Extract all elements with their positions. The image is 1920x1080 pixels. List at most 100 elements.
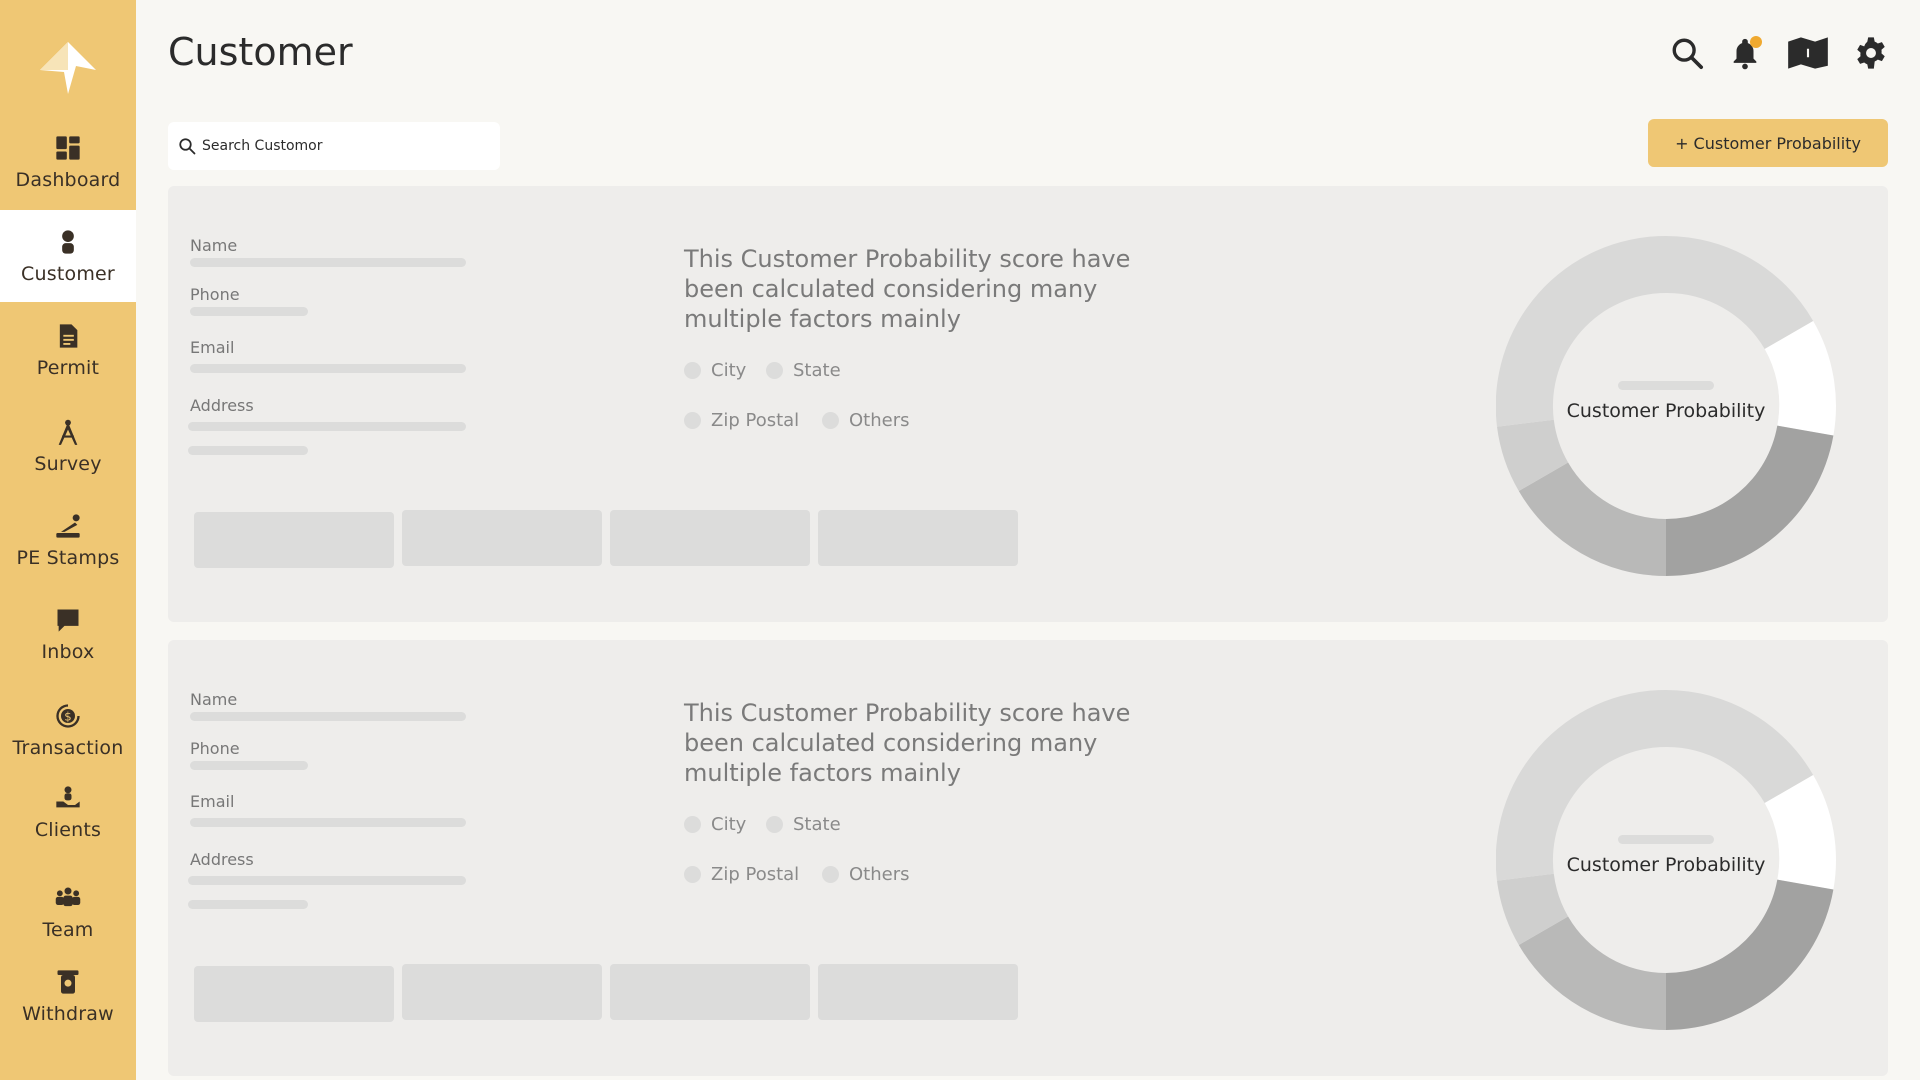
- svg-text:$: $: [64, 710, 71, 724]
- sidebar-item-transaction[interactable]: $ Transaction: [0, 684, 136, 776]
- legend-dot: [822, 412, 839, 429]
- phone-label: Phone: [190, 285, 240, 304]
- probability-donut-chart: [1496, 236, 1836, 576]
- factor-state: State: [766, 814, 841, 835]
- customer-card: Name Phone Email Address This Customer P…: [168, 186, 1888, 622]
- factor-label: Zip Postal: [711, 864, 800, 885]
- chat-icon: [53, 605, 83, 635]
- factor-label: Others: [849, 864, 910, 885]
- sidebar-item-customer[interactable]: Customer: [0, 210, 136, 302]
- action-button-placeholder[interactable]: [610, 964, 810, 1020]
- address-placeholder: [188, 422, 466, 431]
- sidebar-item-label: Transaction: [12, 737, 124, 759]
- name-label: Name: [190, 690, 238, 709]
- factor-city: City: [684, 360, 746, 381]
- customer-card: Name Phone Email Address This Customer P…: [168, 640, 1888, 1076]
- bell-icon[interactable]: [1726, 34, 1764, 72]
- sidebar-item-label: PE Stamps: [16, 547, 120, 569]
- compass-icon: [53, 417, 83, 447]
- factor-others: Others: [822, 864, 910, 885]
- factor-city: City: [684, 814, 746, 835]
- sidebar-item-permit[interactable]: Permit: [0, 304, 136, 396]
- address-placeholder-2: [188, 446, 308, 455]
- probability-donut-chart: [1496, 690, 1836, 1030]
- add-customer-probability-button[interactable]: + Customer Probability: [1648, 119, 1888, 167]
- team-icon: [53, 883, 83, 913]
- action-button-placeholder[interactable]: [818, 510, 1018, 566]
- email-label: Email: [190, 792, 235, 811]
- legend-dot: [684, 866, 701, 883]
- stamp-icon: [53, 511, 83, 541]
- withdraw-icon: [53, 967, 83, 997]
- factor-label: State: [793, 360, 841, 381]
- factor-label: City: [711, 814, 747, 835]
- search-icon[interactable]: [1668, 34, 1706, 72]
- sidebar-item-label: Customer: [21, 263, 115, 285]
- address-label: Address: [190, 396, 254, 415]
- email-placeholder: [190, 364, 466, 373]
- sidebar-item-dashboard[interactable]: Dashboard: [0, 116, 136, 208]
- email-label: Email: [190, 338, 235, 357]
- action-button-placeholder[interactable]: [402, 964, 602, 1020]
- client-hand-icon: [53, 783, 83, 813]
- sidebar-item-label: Withdraw: [22, 1003, 114, 1025]
- header-actions: [1668, 34, 1890, 72]
- sidebar-item-label: Survey: [34, 453, 102, 475]
- legend-dot: [684, 412, 701, 429]
- legend-dot: [766, 816, 783, 833]
- action-button-placeholder[interactable]: [194, 966, 394, 1022]
- probability-description: This Customer Probability score have bee…: [684, 245, 1131, 333]
- factor-label: Others: [849, 410, 910, 431]
- sidebar-item-label: Clients: [34, 819, 102, 841]
- factor-zip-postal: Zip Postal: [684, 410, 799, 431]
- phone-label: Phone: [190, 739, 240, 758]
- address-label: Address: [190, 850, 254, 869]
- sidebar-item-label: Team: [42, 919, 94, 941]
- document-icon: [53, 321, 83, 351]
- sidebar-item-clients[interactable]: Clients: [0, 766, 136, 858]
- dashboard-icon: [53, 133, 83, 163]
- search-input[interactable]: [202, 138, 482, 154]
- factor-state: State: [766, 360, 841, 381]
- factor-zip-postal: Zip Postal: [684, 864, 799, 885]
- legend-dot: [822, 866, 839, 883]
- action-button-placeholder[interactable]: [610, 510, 810, 566]
- probability-description: This Customer Probability score have bee…: [684, 699, 1131, 787]
- action-button-placeholder[interactable]: [402, 510, 602, 566]
- action-button-placeholder[interactable]: [194, 512, 394, 568]
- factor-label: State: [793, 814, 841, 835]
- dollar-cycle-icon: $: [53, 701, 83, 731]
- gear-icon[interactable]: [1852, 34, 1890, 72]
- phone-placeholder: [190, 307, 308, 316]
- action-button-placeholder[interactable]: [818, 964, 1018, 1020]
- logo-icon[interactable]: [38, 40, 98, 96]
- search-box[interactable]: [168, 122, 500, 170]
- factor-others: Others: [822, 410, 910, 431]
- sidebar-item-pe-stamps[interactable]: PE Stamps: [0, 494, 136, 586]
- factor-label: Zip Postal: [711, 410, 800, 431]
- notification-badge: [1750, 36, 1762, 48]
- legend-dot: [684, 816, 701, 833]
- phone-placeholder: [190, 761, 308, 770]
- sidebar-item-team[interactable]: Team: [0, 866, 136, 958]
- sidebar-item-label: Dashboard: [15, 169, 121, 191]
- factor-label: City: [711, 360, 747, 381]
- name-label: Name: [190, 236, 238, 255]
- sidebar-item-label: Inbox: [41, 641, 95, 663]
- email-placeholder: [190, 818, 466, 827]
- address-placeholder: [188, 876, 466, 885]
- search-icon: [179, 138, 196, 155]
- sidebar-item-withdraw[interactable]: Withdraw: [0, 950, 136, 1042]
- donut-hole: [1565, 305, 1767, 507]
- person-icon: [53, 227, 83, 257]
- legend-dot: [684, 362, 701, 379]
- sidebar-item-label: Permit: [36, 357, 100, 379]
- sidebar: Dashboard Customer Permit Survey PE Stam…: [0, 0, 136, 1080]
- sidebar-item-inbox[interactable]: Inbox: [0, 588, 136, 680]
- sidebar-item-survey[interactable]: Survey: [0, 400, 136, 492]
- name-placeholder: [190, 712, 466, 721]
- legend-dot: [766, 362, 783, 379]
- name-placeholder: [190, 258, 466, 267]
- page-title: Customer: [168, 30, 353, 74]
- map-icon[interactable]: [1784, 34, 1832, 72]
